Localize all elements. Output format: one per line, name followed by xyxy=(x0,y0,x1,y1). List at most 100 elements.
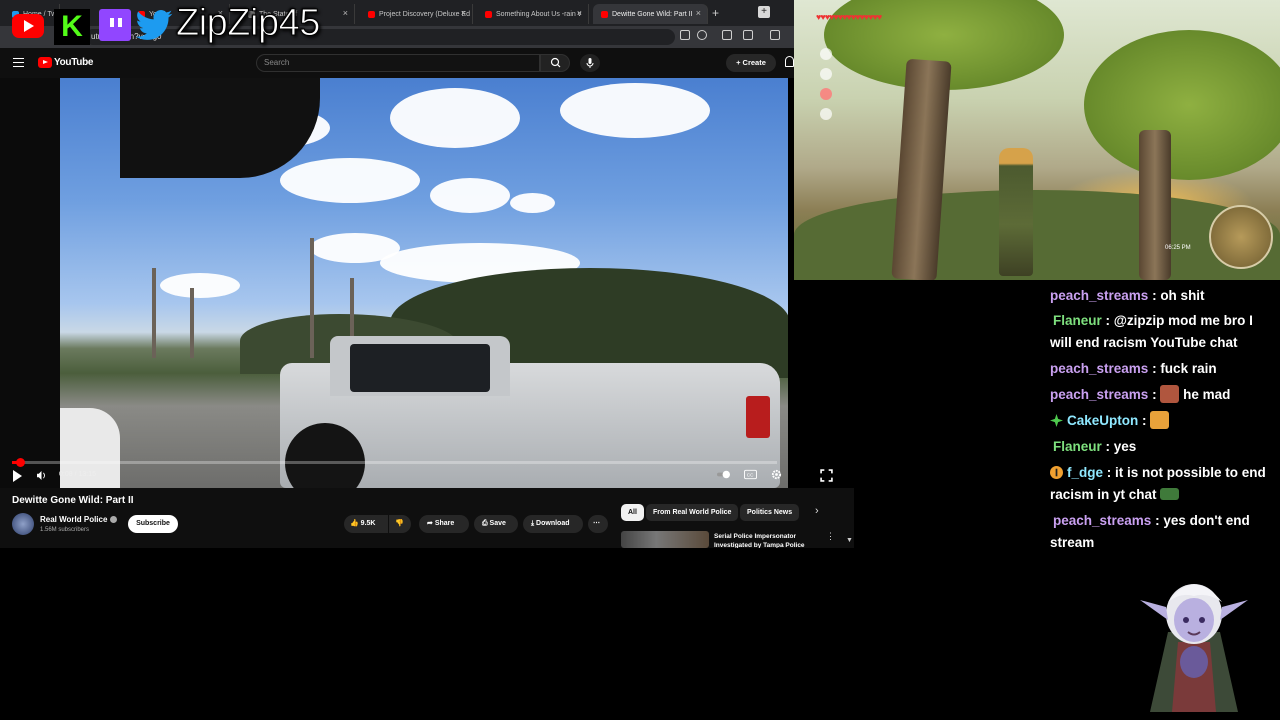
create-button[interactable]: + Create xyxy=(726,54,776,72)
chat-message: Flaneur : @zipzip mod me bro I will end … xyxy=(1050,313,1253,350)
captions-icon[interactable]: CC xyxy=(744,469,757,480)
player-character xyxy=(999,148,1033,276)
chat-username: Flaneur xyxy=(1053,439,1102,454)
chat-message: CakeUpton : xyxy=(1050,410,1278,432)
ability-icon xyxy=(820,108,832,120)
chat-message: peach_streams : oh shit xyxy=(1050,288,1205,303)
vehicle-mirror xyxy=(120,78,320,178)
related-video-thumbnail[interactable] xyxy=(621,531,709,548)
autoplay-toggle-icon[interactable] xyxy=(717,469,730,480)
time-display: 0:08 / 13:15 xyxy=(59,471,96,478)
ability-icon xyxy=(820,88,832,100)
face-emote-icon xyxy=(1160,385,1180,403)
svg-text:CC: CC xyxy=(747,472,754,477)
youtube-wordmark[interactable]: YouTube xyxy=(54,57,94,68)
chat-text: fuck rain xyxy=(1160,361,1217,376)
scrubber-handle[interactable] xyxy=(15,458,25,467)
youtube-header: YouTube Search + Create xyxy=(0,48,794,78)
channel-avatar[interactable] xyxy=(12,513,34,535)
twitter-bird-icon xyxy=(135,10,173,40)
ability-icon xyxy=(820,48,832,60)
chat-message: peach_streams : fuck rain xyxy=(1050,361,1217,376)
browser-tab-project-discovery[interactable]: Project Discovery (Deluxe Ed × xyxy=(360,4,473,24)
chat-username: peach_streams xyxy=(1050,288,1149,303)
extension-icon[interactable] xyxy=(722,30,732,40)
browser-tab-something-about-us[interactable]: Something About Us -rain v × xyxy=(477,4,589,24)
cast-icon[interactable] xyxy=(680,30,690,40)
vtuber-avatar xyxy=(1140,584,1248,712)
play-icon[interactable] xyxy=(13,470,22,482)
like-button[interactable]: 👍 9.5K xyxy=(344,515,388,533)
sidebar-icon[interactable] xyxy=(770,30,780,40)
new-tab-icon[interactable]: + xyxy=(712,6,719,20)
streamer-handle: ZipZip45 xyxy=(176,2,321,45)
video-frame xyxy=(60,78,788,488)
fire-emote-icon xyxy=(1150,411,1170,429)
youtube-logo-icon xyxy=(12,14,44,38)
search-button[interactable] xyxy=(540,54,570,72)
chat-message: peach_streams : he mad xyxy=(1050,385,1231,403)
chat-username: Flaneur xyxy=(1053,313,1102,328)
health-hearts: ♥♥♥♥♥♥♥♥♥♥♥♥♥♥♥ xyxy=(816,12,882,22)
more-actions-button[interactable]: ⋯ xyxy=(588,515,608,533)
chat-text: oh shit xyxy=(1160,288,1205,303)
volume-icon[interactable] xyxy=(37,471,46,480)
bookmark-star-icon[interactable] xyxy=(697,30,707,40)
video-progress-bar[interactable] xyxy=(12,458,777,467)
youtube-favicon-icon xyxy=(601,10,608,18)
related-video-title[interactable]: Serial Police Impersonator Investigated … xyxy=(714,532,824,548)
fullscreen-icon[interactable] xyxy=(820,469,833,482)
chat-username: peach_streams xyxy=(1050,387,1149,402)
verified-check-icon xyxy=(110,516,118,523)
browser-tab-active[interactable]: Dewitte Gone Wild: Part II × xyxy=(593,4,708,24)
twitch-logo-icon xyxy=(99,9,131,41)
search-icon xyxy=(550,57,561,68)
subscriber-count: 1.56M subscribers xyxy=(40,527,90,533)
chat-username: CakeUpton xyxy=(1067,413,1139,428)
create-label: Create xyxy=(742,58,766,67)
green-sparkle-badge-icon xyxy=(1050,414,1063,427)
channel-name[interactable]: Real World Police xyxy=(40,515,118,524)
chat-message: Flaneur : yes xyxy=(1050,436,1278,458)
chevron-right-icon[interactable]: › xyxy=(815,505,819,517)
share-arrow-icon: ➦ xyxy=(427,520,435,527)
thumbs-down-icon: 👎 xyxy=(395,520,404,527)
chip-politics-news[interactable]: Politics News xyxy=(740,504,800,521)
close-tab-icon[interactable]: × xyxy=(696,8,701,18)
scroll-down-icon[interactable]: ▼ xyxy=(846,537,853,544)
settings-gear-icon[interactable] xyxy=(770,469,783,480)
chip-from-channel[interactable]: From Real World Police xyxy=(646,504,739,521)
chat-username: peach_streams xyxy=(1053,513,1152,528)
tab-label: Dewitte Gone Wild: Part II xyxy=(612,10,693,18)
youtube-logo-icon[interactable] xyxy=(38,57,52,68)
kick-logo-icon: K xyxy=(54,9,90,45)
close-tab-icon[interactable]: × xyxy=(577,8,582,18)
like-count: 9.5K xyxy=(360,520,376,527)
puzzle-icon[interactable] xyxy=(743,30,753,40)
subscribe-button[interactable]: Subscribe xyxy=(128,515,178,533)
game-clock: 06:25 PM xyxy=(1165,245,1191,251)
dislike-button[interactable]: 👎 xyxy=(389,515,411,533)
orange-info-badge-icon xyxy=(1050,466,1063,479)
save-button[interactable]: ⎙ Save xyxy=(474,515,518,533)
youtube-favicon-icon xyxy=(368,10,375,18)
tab-label: Project Discovery (Deluxe Ed xyxy=(379,10,471,18)
notifications-bell-icon[interactable] xyxy=(785,56,794,67)
kebab-menu-icon[interactable]: ⋮ xyxy=(826,531,835,542)
search-input[interactable]: Search xyxy=(256,54,540,72)
voice-search-button[interactable] xyxy=(580,54,600,72)
minimap xyxy=(1209,205,1273,269)
window-control-icon[interactable]: + xyxy=(758,6,770,18)
chip-all[interactable]: All xyxy=(621,504,644,521)
download-button[interactable]: ⤓ Download xyxy=(523,515,583,533)
close-tab-icon[interactable]: × xyxy=(461,8,466,18)
game-capture: ♥♥♥♥♥♥♥♥♥♥♥♥♥♥♥ 06:25 PM xyxy=(794,0,1280,280)
youtube-favicon-icon xyxy=(485,10,492,18)
chat-username: peach_streams xyxy=(1050,361,1149,376)
chat-message: f_dge : it is not possible to end racism… xyxy=(1050,465,1266,502)
close-tab-icon[interactable]: × xyxy=(343,8,348,18)
video-player[interactable]: 0:08 / 13:15 CC xyxy=(0,78,788,488)
chat-text: yes xyxy=(1113,439,1137,454)
share-button[interactable]: ➦ Share xyxy=(419,515,469,533)
menu-icon[interactable] xyxy=(13,58,24,67)
